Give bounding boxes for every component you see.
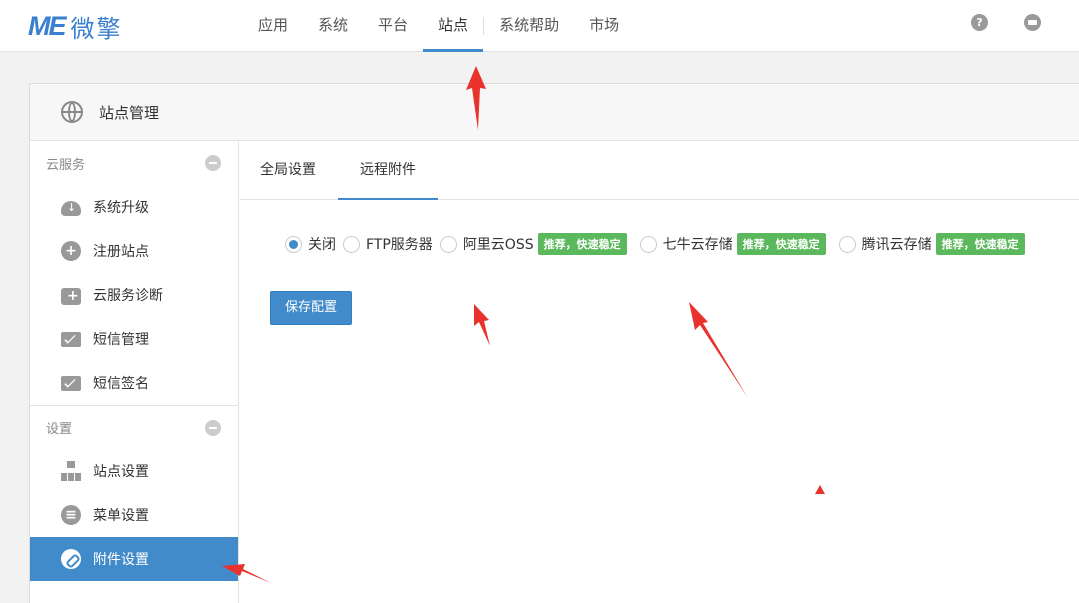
radio-icon[interactable]	[838, 235, 856, 253]
panel-title: 站点管理	[99, 103, 160, 122]
plus-circle-icon: +	[61, 241, 81, 261]
sidebar-group-title: 云服务	[46, 157, 86, 173]
logo-text: 微擎	[70, 14, 123, 43]
sidebar-item-label: 注册站点	[93, 244, 149, 260]
tab-bar: 全局设置 远程附件	[240, 141, 1079, 200]
mail-user-icon	[61, 376, 81, 391]
site-management-panel: 站点管理 云服务 系统升级 + 注册站点 云服务诊断 短信管理 短信签名 设置	[29, 83, 1079, 603]
nav-item-system-help[interactable]: 系统帮助	[484, 0, 574, 52]
sidebar-item-label: 站点设置	[93, 464, 149, 480]
sidebar-item-menu-settings[interactable]: ≡ 菜单设置	[30, 493, 238, 537]
sidebar-item-site-settings[interactable]: 站点设置	[30, 449, 238, 493]
sidebar-item-label: 短信管理	[93, 332, 149, 348]
main-content: 全局设置 远程附件 关闭 FTP服务器 阿里云OSS 推荐，快速稳定 七牛云存储…	[240, 141, 1079, 603]
radio-label: 腾讯云存储	[861, 237, 932, 253]
radio-label: 阿里云OSS	[462, 237, 534, 253]
sitemap-icon	[61, 461, 81, 481]
nav-item-market[interactable]: 市场	[574, 0, 634, 52]
nav-item-system[interactable]: 系统	[303, 0, 363, 52]
radio-qiniu[interactable]: 七牛云存储 推荐，快速稳定	[639, 233, 832, 255]
sidebar: 云服务 系统升级 + 注册站点 云服务诊断 短信管理 短信签名 设置	[30, 141, 239, 603]
sidebar-item-attachment-settings[interactable]: 附件设置	[30, 537, 238, 581]
sidebar-item-label: 云服务诊断	[93, 288, 163, 304]
sidebar-item-sms-signature[interactable]: 短信签名	[30, 361, 238, 405]
mail-settings-icon	[61, 332, 81, 347]
logo-mark: ME	[28, 10, 66, 41]
radio-label: FTP服务器	[366, 237, 433, 253]
collapse-icon[interactable]	[205, 155, 221, 171]
top-icons: ?	[971, 14, 1041, 31]
logo[interactable]: ME 微擎	[28, 9, 123, 43]
radio-icon[interactable]	[343, 235, 360, 253]
sidebar-group-cloud[interactable]: 云服务	[30, 141, 238, 185]
nav-item-platform[interactable]: 平台	[363, 0, 423, 52]
tab-remote-attachment[interactable]: 远程附件	[338, 141, 438, 200]
list-icon: ≡	[61, 505, 81, 525]
sidebar-group-title: 设置	[46, 422, 73, 437]
medical-kit-icon	[61, 288, 81, 305]
sidebar-item-label: 附件设置	[93, 552, 149, 568]
help-icon[interactable]: ?	[971, 14, 988, 31]
globe-icon	[61, 101, 83, 123]
radio-checked-icon[interactable]	[285, 235, 302, 253]
radio-tencent-cos[interactable]: 腾讯云存储 推荐，快速稳定	[838, 233, 1031, 255]
panel-header: 站点管理	[30, 84, 1079, 141]
radio-icon[interactable]	[639, 235, 657, 253]
sidebar-item-label: 菜单设置	[93, 508, 149, 524]
recommend-badge: 推荐，快速稳定	[736, 233, 826, 255]
nav-item-site[interactable]: 站点	[423, 0, 484, 52]
collapse-icon[interactable]	[205, 419, 221, 436]
sidebar-item-label: 短信签名	[93, 376, 149, 392]
radio-label: 七牛云存储	[662, 237, 733, 253]
radio-icon[interactable]	[439, 235, 457, 253]
sidebar-item-register-site[interactable]: + 注册站点	[30, 229, 238, 273]
sidebar-item-cloud-diagnosis[interactable]: 云服务诊断	[30, 273, 238, 317]
sidebar-item-label: 系统升级	[93, 200, 149, 216]
main-nav: 应用 系统 平台 站点 系统帮助 市场	[258, 0, 634, 52]
radio-aliyun-oss[interactable]: 阿里云OSS 推荐，快速稳定	[439, 233, 633, 255]
cloud-download-icon	[61, 200, 81, 216]
tab-global-settings[interactable]: 全局设置	[260, 141, 316, 200]
top-navbar: ME 微擎 应用 系统 平台 站点 系统帮助 市场 ?	[0, 0, 1079, 52]
nav-item-apps[interactable]: 应用	[258, 0, 303, 52]
recommend-badge: 推荐，快速稳定	[935, 233, 1025, 255]
save-config-button[interactable]: 保存配置	[270, 291, 352, 325]
recommend-badge: 推荐，快速稳定	[537, 233, 627, 255]
radio-close[interactable]: 关闭	[285, 234, 336, 254]
sidebar-group-settings[interactable]: 设置	[30, 405, 238, 449]
storage-radio-group: 关闭 FTP服务器 阿里云OSS 推荐，快速稳定 七牛云存储 推荐，快速稳定 腾…	[285, 233, 1038, 255]
radio-label: 关闭	[308, 237, 336, 253]
sidebar-item-system-upgrade[interactable]: 系统升级	[30, 185, 238, 229]
link-icon	[61, 549, 81, 569]
sidebar-item-sms-management[interactable]: 短信管理	[30, 317, 238, 361]
message-icon[interactable]	[1024, 14, 1041, 31]
radio-ftp[interactable]: FTP服务器	[343, 234, 433, 254]
